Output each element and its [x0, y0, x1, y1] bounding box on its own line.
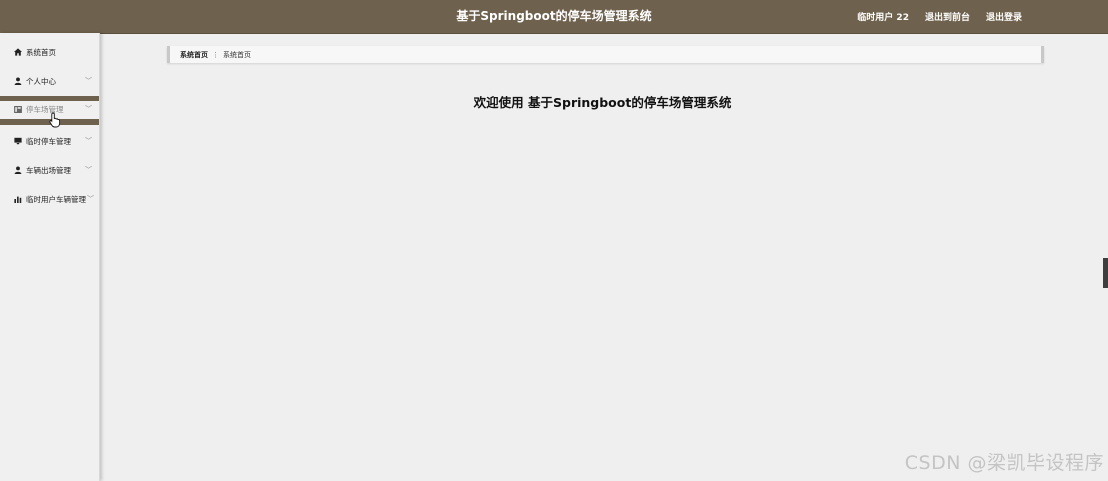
current-user-label: 临时用户 22	[857, 13, 909, 23]
header-actions: 临时用户 22 退出到前台 退出登录	[857, 0, 1022, 33]
sidebar-item-label: 个人中心	[26, 76, 56, 86]
sidebar-item-label: 临时用户车辆管理	[26, 194, 86, 204]
user-icon	[12, 77, 24, 85]
breadcrumb-separator: ⋮	[212, 50, 219, 59]
breadcrumb: 系统首页 ⋮ 系统首页	[167, 46, 1044, 63]
breadcrumb-current: 系统首页	[223, 50, 251, 59]
user-icon	[12, 166, 24, 174]
home-icon	[12, 48, 24, 56]
sidebar-item-temp-user-vehicles[interactable]: 临时用户车辆管理 ﹀	[0, 188, 99, 210]
sidebar-item-home[interactable]: 系统首页	[0, 41, 99, 63]
chevron-down-icon: ﹀	[87, 195, 94, 203]
top-header-bar: 基于Springboot的停车场管理系统 临时用户 22 退出到前台 退出登录	[0, 0, 1108, 34]
sidebar-item-personal-center[interactable]: 个人中心 ﹀	[0, 70, 99, 92]
goto-front-link[interactable]: 退出到前台	[925, 10, 970, 23]
watermark-text: CSDN @梁凯毕设程序	[904, 452, 1104, 474]
chevron-down-icon: ﹀	[85, 105, 92, 113]
logout-link[interactable]: 退出登录	[986, 10, 1022, 23]
monitor-icon	[12, 137, 24, 145]
sidebar-item-label: 系统首页	[26, 47, 56, 57]
breadcrumb-root-link[interactable]: 系统首页	[180, 50, 208, 60]
chevron-down-icon: ﹀	[85, 166, 92, 174]
welcome-heading: 欢迎使用 基于Springboot的停车场管理系统	[473, 95, 732, 110]
sidebar-menu: 系统首页 个人中心 ﹀ 停车场管理 ﹀ 临时停车管理 ﹀ 车辆出场管理 ﹀ 临时…	[0, 33, 100, 481]
side-scroll-handle[interactable]	[1103, 258, 1108, 288]
chevron-down-icon: ﹀	[85, 77, 92, 85]
grid-icon	[12, 106, 24, 113]
sidebar-item-vehicle-exit[interactable]: 车辆出场管理 ﹀	[0, 159, 99, 181]
bar-chart-icon	[12, 195, 24, 203]
sidebar-item-label: 临时停车管理	[26, 136, 71, 146]
mouse-cursor-icon	[49, 112, 61, 128]
sidebar-item-label: 车辆出场管理	[26, 165, 71, 175]
chevron-down-icon: ﹀	[85, 137, 92, 145]
sidebar-item-temporary-parking[interactable]: 临时停车管理 ﹀	[0, 130, 99, 152]
